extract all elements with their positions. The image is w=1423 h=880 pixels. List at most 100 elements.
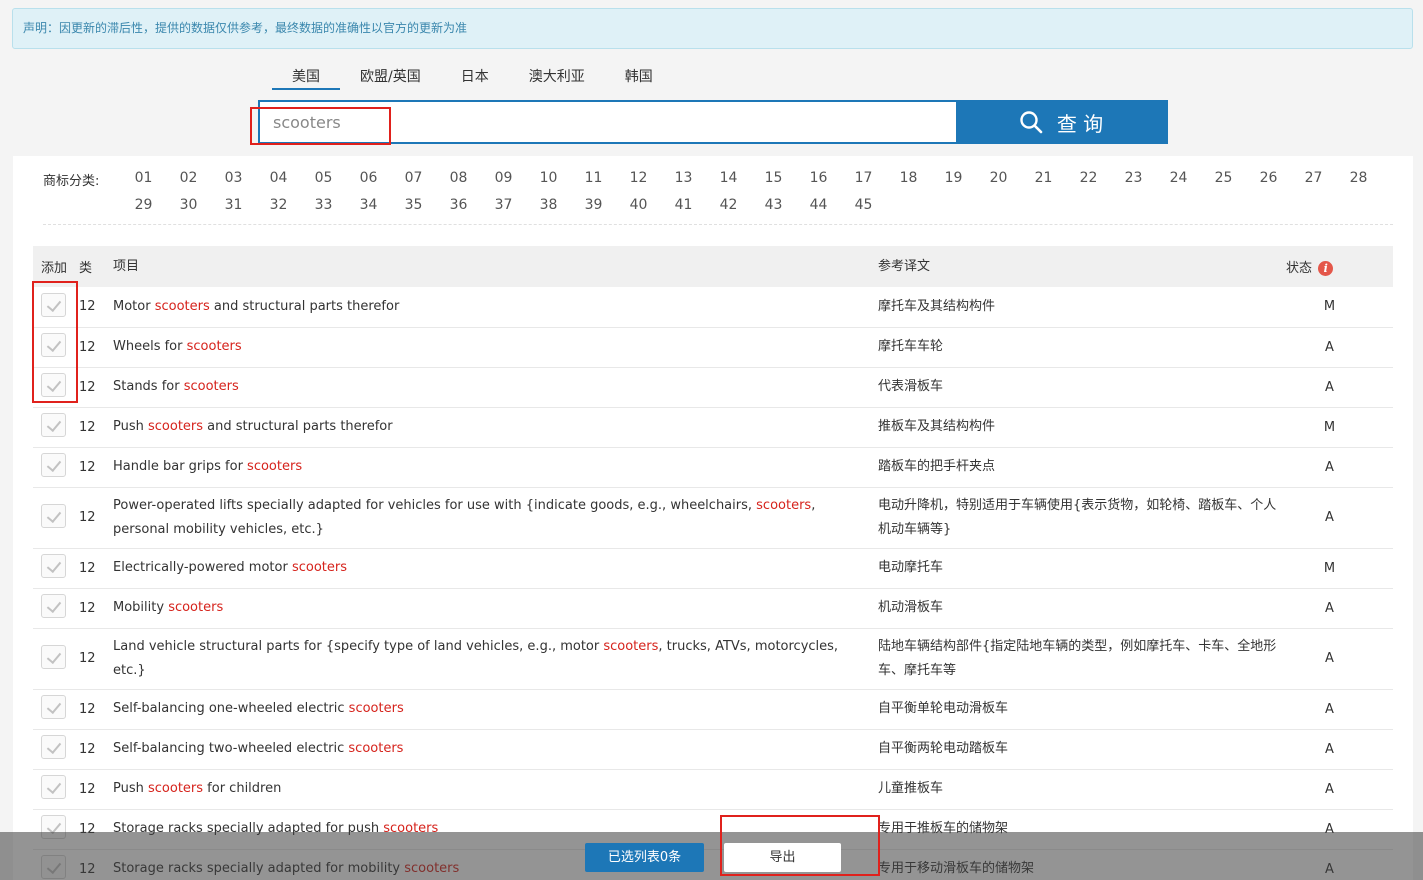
class-filter-item[interactable]: 16	[796, 170, 841, 197]
class-filter-item[interactable]: 07	[391, 170, 436, 197]
divider	[43, 224, 1393, 225]
class-filter-item[interactable]: 37	[481, 197, 526, 224]
class-filter-item[interactable]: 02	[166, 170, 211, 197]
class-filter-item[interactable]: 20	[976, 170, 1021, 197]
class-filter-item[interactable]: 08	[436, 170, 481, 197]
header-status-label: 状态	[1286, 261, 1313, 276]
table-row: 12 Stands for scooters 代表滑板车 A	[33, 367, 1393, 408]
class-filter-item[interactable]: 04	[256, 170, 301, 197]
class-filter-item[interactable]: 06	[346, 170, 391, 197]
class-filter-item[interactable]: 23	[1111, 170, 1156, 197]
translation-cell: 踏板车的把手杆夹点	[876, 447, 1286, 488]
keyword-highlight: scooters	[168, 600, 224, 615]
status-cell: A	[1286, 367, 1393, 408]
class-filter-item[interactable]: 42	[706, 197, 751, 224]
search-button[interactable]: 查 询	[956, 102, 1166, 142]
class-filter-item[interactable]: 33	[301, 197, 346, 224]
class-filter-item[interactable]: 30	[166, 197, 211, 224]
tab-korea[interactable]: 韩国	[605, 58, 673, 90]
class-filter-item[interactable]: 14	[706, 170, 751, 197]
class-cell: 12	[77, 407, 111, 448]
keyword-highlight: scooters	[148, 419, 204, 434]
class-filter-item[interactable]: 26	[1246, 170, 1291, 197]
class-filter-item[interactable]: 41	[661, 197, 706, 224]
translation-cell: 儿童推板车	[876, 769, 1286, 810]
class-filter-item[interactable]: 25	[1201, 170, 1246, 197]
item-cell: Self-balancing two-wheeled electric scoo…	[111, 729, 876, 770]
add-checkbox[interactable]	[41, 775, 66, 799]
class-filter-item[interactable]: 40	[616, 197, 661, 224]
class-filter-item[interactable]: 39	[571, 197, 616, 224]
class-cell: 12	[77, 447, 111, 488]
add-checkbox[interactable]	[41, 503, 66, 528]
class-filter-item[interactable]: 28	[1336, 170, 1381, 197]
class-filter-item[interactable]: 44	[796, 197, 841, 224]
class-filter-item[interactable]: 19	[931, 170, 976, 197]
add-cell	[33, 487, 77, 549]
class-filter-item[interactable]: 35	[391, 197, 436, 224]
tab-australia[interactable]: 澳大利亚	[509, 58, 605, 90]
item-cell: Motor scooters and structural parts ther…	[111, 287, 876, 328]
class-filter-item[interactable]: 32	[256, 197, 301, 224]
class-filter-item[interactable]: 15	[751, 170, 796, 197]
class-filter-item[interactable]: 38	[526, 197, 571, 224]
class-filter-item[interactable]: 24	[1156, 170, 1201, 197]
class-filter-item[interactable]: 01	[121, 170, 166, 197]
translation-cell: 自平衡两轮电动踏板车	[876, 729, 1286, 770]
class-filter-item[interactable]: 22	[1066, 170, 1111, 197]
add-checkbox[interactable]	[41, 644, 66, 669]
translation-cell: 摩托车车轮	[876, 327, 1286, 368]
results-table: 添加 类 项目 参考译文 状态 i 12 Motor scooters and s…	[33, 246, 1393, 880]
class-filter-item[interactable]: 43	[751, 197, 796, 224]
class-filter-item[interactable]: 18	[886, 170, 931, 197]
add-checkbox[interactable]	[41, 453, 66, 477]
search-input[interactable]	[260, 102, 956, 142]
keyword-highlight: scooters	[603, 638, 659, 654]
tab-usa[interactable]: 美国	[272, 58, 340, 90]
add-checkbox[interactable]	[41, 594, 66, 618]
class-filter-item[interactable]: 21	[1021, 170, 1066, 197]
item-cell: Wheels for scooters	[111, 327, 876, 368]
add-checkbox[interactable]	[41, 554, 66, 578]
class-filter-item[interactable]: 31	[211, 197, 256, 224]
status-cell: A	[1286, 628, 1393, 690]
header-item: 项目	[111, 246, 876, 287]
class-filter-item[interactable]: 36	[436, 197, 481, 224]
class-filter-item[interactable]: 17	[841, 170, 886, 197]
add-checkbox[interactable]	[41, 292, 66, 317]
add-cell	[33, 447, 77, 488]
item-text: Stands for	[113, 379, 184, 394]
add-checkbox[interactable]	[41, 373, 66, 397]
class-filter-item[interactable]: 27	[1291, 170, 1336, 197]
export-button[interactable]: 导出	[724, 843, 841, 872]
class-filter-item[interactable]: 13	[661, 170, 706, 197]
tab-eu-uk[interactable]: 欧盟/英国	[340, 58, 441, 90]
class-filter-item[interactable]: 11	[571, 170, 616, 197]
header-class: 类	[77, 246, 111, 287]
class-filter-item[interactable]: 05	[301, 170, 346, 197]
class-filter-item[interactable]: 12	[616, 170, 661, 197]
class-filter-label: 商标分类:	[43, 174, 100, 189]
header-translation: 参考译文	[876, 246, 1286, 287]
class-filter-item[interactable]: 34	[346, 197, 391, 224]
table-row: 12 Push scooters and structural parts the…	[33, 407, 1393, 448]
add-checkbox[interactable]	[41, 695, 66, 719]
class-cell: 12	[77, 769, 111, 810]
add-checkbox[interactable]	[41, 333, 66, 357]
selected-list-button[interactable]: 已选列表0条	[585, 843, 704, 872]
tab-japan[interactable]: 日本	[441, 58, 509, 90]
header-status: 状态 i	[1286, 246, 1393, 287]
status-cell: A	[1286, 689, 1393, 730]
add-checkbox[interactable]	[41, 413, 66, 437]
class-filter-item[interactable]: 03	[211, 170, 256, 197]
info-icon[interactable]: i	[1318, 261, 1334, 276]
class-cell: 12	[77, 729, 111, 770]
class-filter-item[interactable]: 45	[841, 197, 886, 224]
class-filter-item[interactable]: 10	[526, 170, 571, 197]
class-filter-item[interactable]: 29	[121, 197, 166, 224]
add-checkbox[interactable]	[41, 735, 66, 759]
class-filter-item[interactable]: 09	[481, 170, 526, 197]
table-row: 12 Push scooters for children 儿童推板车 A	[33, 769, 1393, 810]
header-add: 添加	[33, 246, 77, 287]
search-bar: 查 询	[258, 100, 1168, 144]
